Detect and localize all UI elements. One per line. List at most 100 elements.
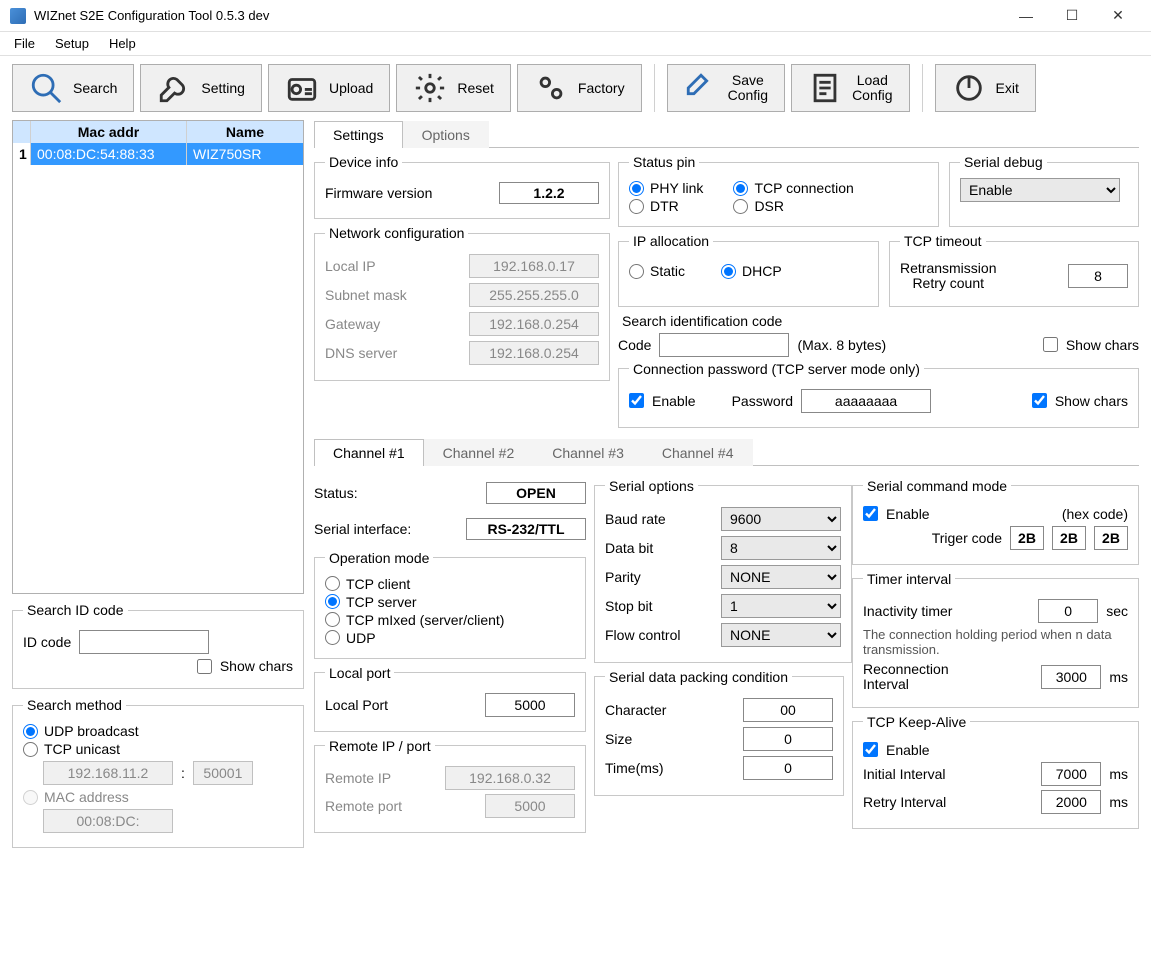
baud-select[interactable]: 9600 bbox=[721, 507, 841, 531]
pencil-icon bbox=[684, 71, 718, 105]
dsr-radio[interactable] bbox=[733, 199, 748, 214]
wrench-icon bbox=[157, 71, 191, 105]
menu-file[interactable]: File bbox=[14, 36, 35, 51]
load-config-button[interactable]: LoadConfig bbox=[791, 64, 909, 112]
remote-port-input bbox=[485, 794, 575, 818]
trigger2-input[interactable] bbox=[1052, 526, 1086, 550]
gear-icon bbox=[413, 71, 447, 105]
ip-alloc-group: IP allocation Static DHCP bbox=[618, 233, 879, 307]
mac-address-radio bbox=[23, 790, 38, 805]
tcp-port-input bbox=[193, 761, 253, 785]
reset-button[interactable]: Reset bbox=[396, 64, 511, 112]
setting-button[interactable]: Setting bbox=[140, 64, 262, 112]
cmd-mode-group: Serial command mode Enable (hex code) Tr… bbox=[852, 478, 1139, 565]
parity-select[interactable]: NONE bbox=[721, 565, 841, 589]
phy-link-radio[interactable] bbox=[629, 181, 644, 196]
device-table[interactable]: Mac addr Name 1 00:08:DC:54:88:33 WIZ750… bbox=[12, 120, 304, 594]
menu-setup[interactable]: Setup bbox=[55, 36, 89, 51]
serial-debug-select[interactable]: Enable bbox=[960, 178, 1120, 202]
tcp-conn-radio[interactable] bbox=[733, 181, 748, 196]
gears-icon bbox=[534, 71, 568, 105]
col-mac: Mac addr bbox=[31, 121, 187, 143]
main-tabs: Settings Options bbox=[314, 120, 1139, 148]
id-code-input[interactable] bbox=[79, 630, 209, 654]
id-code-label: ID code bbox=[23, 634, 71, 650]
udp-radio[interactable] bbox=[325, 630, 340, 645]
conn-pw-enable-checkbox[interactable] bbox=[629, 393, 644, 408]
op-mode-group: Operation mode TCP client TCP server TCP… bbox=[314, 550, 586, 659]
tab-options[interactable]: Options bbox=[403, 121, 489, 148]
tab-channel-4[interactable]: Channel #4 bbox=[643, 439, 753, 466]
serial-options-group: Serial options Baud rate9600 Data bit8 P… bbox=[594, 478, 852, 663]
power-icon bbox=[952, 71, 986, 105]
device-info-group: Device info Firmware version 1.2.2 bbox=[314, 154, 610, 219]
search-code-input[interactable] bbox=[659, 333, 789, 357]
keepalive-init-input[interactable] bbox=[1041, 762, 1101, 786]
subnet-input bbox=[469, 283, 599, 307]
menu-bar: File Setup Help bbox=[0, 32, 1151, 56]
dns-input bbox=[469, 341, 599, 365]
keepalive-retry-input[interactable] bbox=[1041, 790, 1101, 814]
dtr-radio[interactable] bbox=[629, 199, 644, 214]
dhcp-radio[interactable] bbox=[721, 264, 736, 279]
local-ip-input bbox=[469, 254, 599, 278]
search-method-group: Search method UDP broadcast TCP unicast … bbox=[12, 697, 304, 848]
id-show-chars-checkbox[interactable] bbox=[197, 659, 212, 674]
trigger3-input[interactable] bbox=[1094, 526, 1128, 550]
retry-count-input[interactable] bbox=[1068, 264, 1128, 288]
conn-pw-show-checkbox[interactable] bbox=[1032, 393, 1047, 408]
tcp-unicast-radio[interactable] bbox=[23, 742, 38, 757]
fw-version: 1.2.2 bbox=[499, 182, 599, 204]
search-button[interactable]: Search bbox=[12, 64, 134, 112]
packing-group: Serial data packing condition Character … bbox=[594, 669, 844, 796]
save-config-button[interactable]: SaveConfig bbox=[667, 64, 785, 112]
tab-channel-2[interactable]: Channel #2 bbox=[424, 439, 534, 466]
tcp-ip-input bbox=[43, 761, 173, 785]
upload-icon bbox=[285, 71, 319, 105]
channel-status: OPEN bbox=[486, 482, 586, 504]
minimize-button[interactable]: — bbox=[1003, 0, 1049, 32]
tab-channel-1[interactable]: Channel #1 bbox=[314, 439, 424, 466]
network-config-group: Network configuration Local IP Subnet ma… bbox=[314, 225, 610, 381]
upload-button[interactable]: Upload bbox=[268, 64, 390, 112]
fw-label: Firmware version bbox=[325, 185, 432, 201]
close-button[interactable]: ✕ bbox=[1095, 0, 1141, 32]
tcp-mixed-radio[interactable] bbox=[325, 612, 340, 627]
maximize-button[interactable]: ☐ bbox=[1049, 0, 1095, 32]
udp-broadcast-radio[interactable] bbox=[23, 724, 38, 739]
databit-select[interactable]: 8 bbox=[721, 536, 841, 560]
toolbar: Search Setting Upload Reset Factory Save… bbox=[0, 56, 1151, 120]
table-row[interactable]: 1 00:08:DC:54:88:33 WIZ750SR bbox=[13, 143, 303, 165]
conn-pw-input[interactable] bbox=[801, 389, 931, 413]
local-port-input[interactable] bbox=[485, 693, 575, 717]
keepalive-enable-checkbox[interactable] bbox=[863, 742, 878, 757]
static-radio[interactable] bbox=[629, 264, 644, 279]
document-icon bbox=[808, 71, 842, 105]
serial-debug-group: Serial debug Enable bbox=[949, 154, 1139, 227]
trigger1-input[interactable] bbox=[1010, 526, 1044, 550]
factory-button[interactable]: Factory bbox=[517, 64, 642, 112]
status-pin-group: Status pin PHY link DTR TCP connection D… bbox=[618, 154, 939, 227]
inactivity-input[interactable] bbox=[1038, 599, 1098, 623]
tcp-timeout-group: TCP timeout RetransmissionRetry count bbox=[889, 233, 1139, 307]
window-title: WIZnet S2E Configuration Tool 0.5.3 dev bbox=[34, 8, 1003, 23]
col-name: Name bbox=[187, 121, 303, 143]
pack-char-input[interactable] bbox=[743, 698, 833, 722]
tcp-server-radio[interactable] bbox=[325, 594, 340, 609]
tcp-client-radio[interactable] bbox=[325, 576, 340, 591]
cmd-enable-checkbox[interactable] bbox=[863, 506, 878, 521]
pack-size-input[interactable] bbox=[743, 727, 833, 751]
exit-button[interactable]: Exit bbox=[935, 64, 1036, 112]
title-bar: WIZnet S2E Configuration Tool 0.5.3 dev … bbox=[0, 0, 1151, 32]
app-icon bbox=[10, 8, 26, 24]
reconnection-input[interactable] bbox=[1041, 665, 1101, 689]
conn-password-group: Connection password (TCP server mode onl… bbox=[618, 361, 1139, 428]
tab-channel-3[interactable]: Channel #3 bbox=[533, 439, 643, 466]
pack-time-input[interactable] bbox=[743, 756, 833, 780]
flow-select[interactable]: NONE bbox=[721, 623, 841, 647]
keepalive-group: TCP Keep-Alive Enable Initial Interval m… bbox=[852, 714, 1139, 829]
search-code-show-checkbox[interactable] bbox=[1043, 337, 1058, 352]
stopbit-select[interactable]: 1 bbox=[721, 594, 841, 618]
menu-help[interactable]: Help bbox=[109, 36, 136, 51]
tab-settings[interactable]: Settings bbox=[314, 121, 403, 148]
